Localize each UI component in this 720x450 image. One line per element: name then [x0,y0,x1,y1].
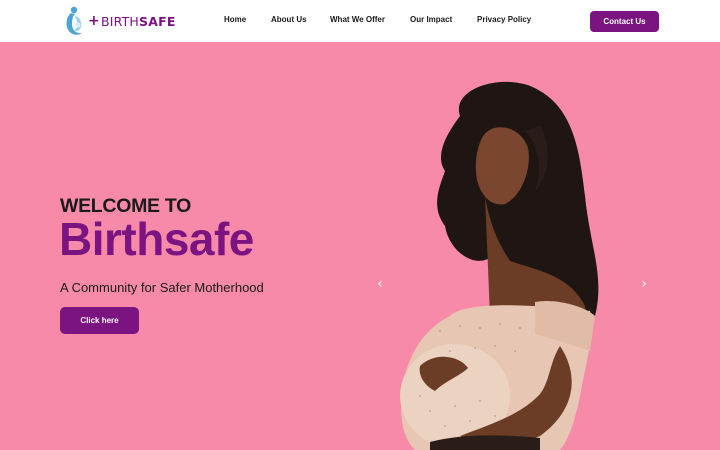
chevron-right-icon[interactable]: › [637,276,651,292]
chevron-left-icon[interactable]: ‹ [373,276,387,292]
click-here-button[interactable]: Click here [60,307,139,334]
nav-our-impact[interactable]: Our Impact [410,15,452,24]
nav-privacy-policy[interactable]: Privacy Policy [477,15,531,24]
pregnant-woman-photo [400,81,599,450]
site-header: + BIRTH SAFE Home About Us What We Offer… [0,0,720,42]
hero-section: WELCOME TO Birthsafe A Community for Saf… [0,42,720,450]
nav-home[interactable]: Home [224,15,246,24]
nav-what-we-offer[interactable]: What We Offer [330,15,385,24]
hero-title: Birthsafe [59,213,254,265]
nav-about-us[interactable]: About Us [271,15,307,24]
hero-tagline: A Community for Safer Motherhood [60,280,264,295]
contact-us-button[interactable]: Contact Us [590,11,659,32]
